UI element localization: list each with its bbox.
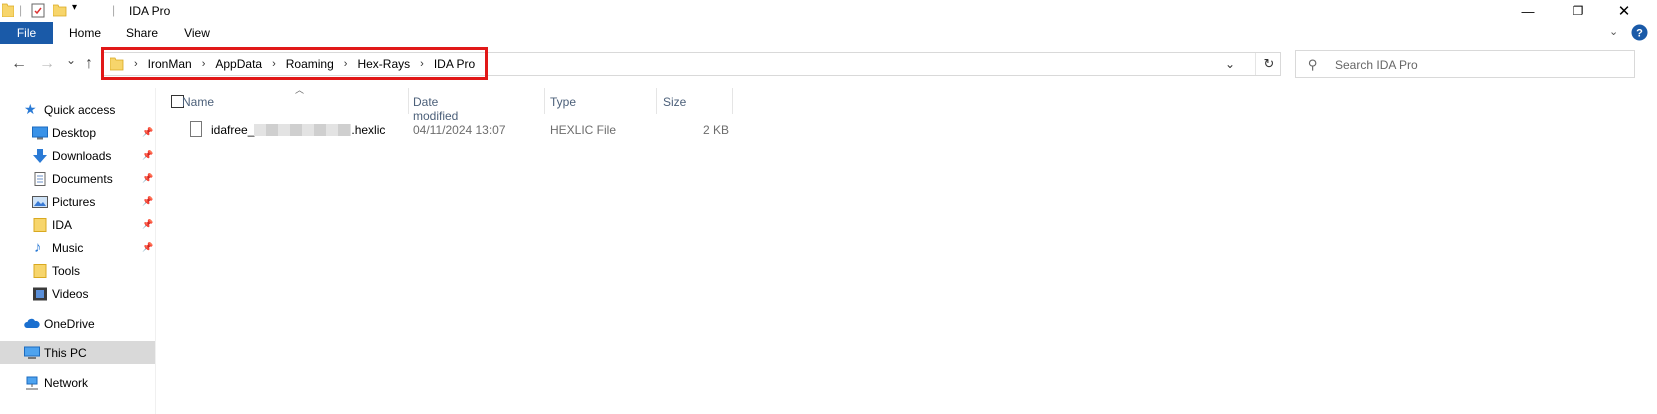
sidebar-item-label: This PC [44,345,87,360]
svg-text:?: ? [1636,28,1643,40]
breadcrumb-separator-icon[interactable]: › [420,58,424,70]
back-arrow-icon[interactable]: ← [11,56,27,72]
pin-icon[interactable]: 📌 [142,173,153,184]
navigation-pane: ★ Quick access Desktop 📌 Downloads 📌 Doc… [0,88,156,414]
tab-home[interactable]: Home [60,22,110,44]
title-divider: | [112,3,116,17]
file-date-modified: 04/11/2024 13:07 [413,123,506,137]
ribbon-tabs: File Home Share View ⌄ ? [0,22,1657,44]
recent-locations-icon[interactable]: ⌄ [66,52,76,68]
sidebar-item-this-pc[interactable]: This PC [0,341,155,364]
pin-icon[interactable]: 📌 [142,196,153,207]
sidebar-item-network[interactable]: Network [0,371,155,394]
properties-icon[interactable] [31,3,45,18]
pin-icon[interactable]: 📌 [142,150,153,161]
folder-icon [110,57,124,71]
column-divider[interactable] [732,88,733,114]
sidebar-item-tools[interactable]: Tools [0,259,155,282]
folder-icon [33,263,47,278]
sidebar-item-desktop[interactable]: Desktop 📌 [0,121,155,144]
customize-qat-icon[interactable]: ▾ [72,2,77,13]
download-arrow-icon [33,148,47,163]
breadcrumb: › IronMan › AppData › Roaming › Hex-Rays… [134,57,475,71]
qat-divider: | [19,3,23,17]
pin-icon[interactable]: 📌 [142,127,153,138]
file-icon [190,121,202,137]
breadcrumb-separator-icon[interactable]: › [202,58,206,70]
sort-ascending-icon: ︿ [295,85,305,95]
title-bar: | ▾ | IDA Pro — ❐ ✕ [0,0,1657,22]
tab-view[interactable]: View [172,22,222,44]
desktop-icon [32,126,48,139]
chevron-down-icon[interactable]: ⌄ [1609,25,1618,38]
videos-icon [33,287,47,300]
refresh-button[interactable]: ↻ [1255,53,1282,75]
sidebar-item-label: Documents [52,171,113,186]
search-box[interactable]: ⚲ Search IDA Pro [1295,50,1635,78]
close-button[interactable]: ✕ [1601,0,1647,22]
search-icon: ⚲ [1308,57,1318,72]
address-bar[interactable]: › IronMan › AppData › Roaming › Hex-Rays… [101,52,1281,76]
computer-icon [24,346,40,359]
new-folder-icon[interactable] [53,3,67,17]
column-divider[interactable] [656,88,657,114]
minimize-button[interactable]: — [1505,0,1551,22]
search-input[interactable]: Search IDA Pro [1335,58,1418,72]
sidebar-item-label: Downloads [52,148,112,163]
restore-button[interactable]: ❐ [1555,0,1601,22]
forward-arrow-icon[interactable]: → [39,56,55,72]
column-name[interactable]: Name [182,95,214,109]
up-arrow-icon[interactable]: ↑ [85,56,93,72]
sidebar-item-label: OneDrive [44,316,95,331]
pin-icon[interactable]: 📌 [142,242,153,253]
column-divider[interactable] [544,88,545,114]
music-note-icon: ♪ [34,239,42,256]
address-dropdown-icon[interactable]: ⌄ [1225,57,1235,71]
column-divider[interactable] [408,88,409,114]
star-icon: ★ [24,101,37,117]
breadcrumb-ida-pro[interactable]: IDA Pro [434,57,475,71]
sidebar-item-label: Music [52,240,84,255]
redacted-text [254,123,352,136]
pictures-icon [32,195,48,208]
sidebar-item-music[interactable]: ♪ Music 📌 [0,236,155,259]
breadcrumb-appdata[interactable]: AppData [215,57,262,71]
breadcrumb-separator-icon[interactable]: › [344,58,348,70]
documents-icon [34,171,46,186]
sidebar-item-onedrive[interactable]: OneDrive [0,312,155,335]
column-type[interactable]: Type [550,95,576,109]
network-icon [26,376,38,389]
sidebar-item-pictures[interactable]: Pictures 📌 [0,190,155,213]
sidebar-item-label: Network [44,375,89,390]
sidebar-item-label: Tools [52,263,81,278]
sidebar-item-ida[interactable]: IDA 📌 [0,213,155,236]
breadcrumb-roaming[interactable]: Roaming [286,57,334,71]
sidebar-item-documents[interactable]: Documents 📌 [0,167,155,190]
breadcrumb-ironman[interactable]: IronMan [148,57,192,71]
sidebar-item-label: IDA [52,217,73,232]
folder-icon [2,3,14,17]
sidebar-item-label: Desktop [52,125,97,140]
tab-file[interactable]: File [0,22,53,44]
sidebar-item-videos[interactable]: Videos [0,282,155,305]
sidebar-item-downloads[interactable]: Downloads 📌 [0,144,155,167]
breadcrumb-hex-rays[interactable]: Hex-Rays [357,57,410,71]
window-title: IDA Pro [129,4,171,18]
cloud-icon [24,318,40,328]
breadcrumb-separator-icon[interactable]: › [272,58,276,70]
sidebar-item-quick-access[interactable]: ★ Quick access [0,98,155,121]
file-name: idafree_ .hexlic [211,123,386,137]
file-size: 2 KB [703,123,730,137]
sidebar-item-label: Quick access [44,102,116,117]
column-size[interactable]: Size [663,95,686,109]
breadcrumb-separator-icon: › [134,58,138,70]
folder-icon [33,217,47,232]
help-icon[interactable]: ? [1631,24,1648,41]
file-row[interactable]: idafree_ .hexlic 04/11/2024 13:07 HEXLIC … [165,118,765,140]
sidebar-item-label: Videos [52,286,89,301]
pin-icon[interactable]: 📌 [142,219,153,230]
file-type: HEXLIC File [550,123,617,137]
tab-share[interactable]: Share [117,22,167,44]
sidebar-item-label: Pictures [52,194,96,209]
